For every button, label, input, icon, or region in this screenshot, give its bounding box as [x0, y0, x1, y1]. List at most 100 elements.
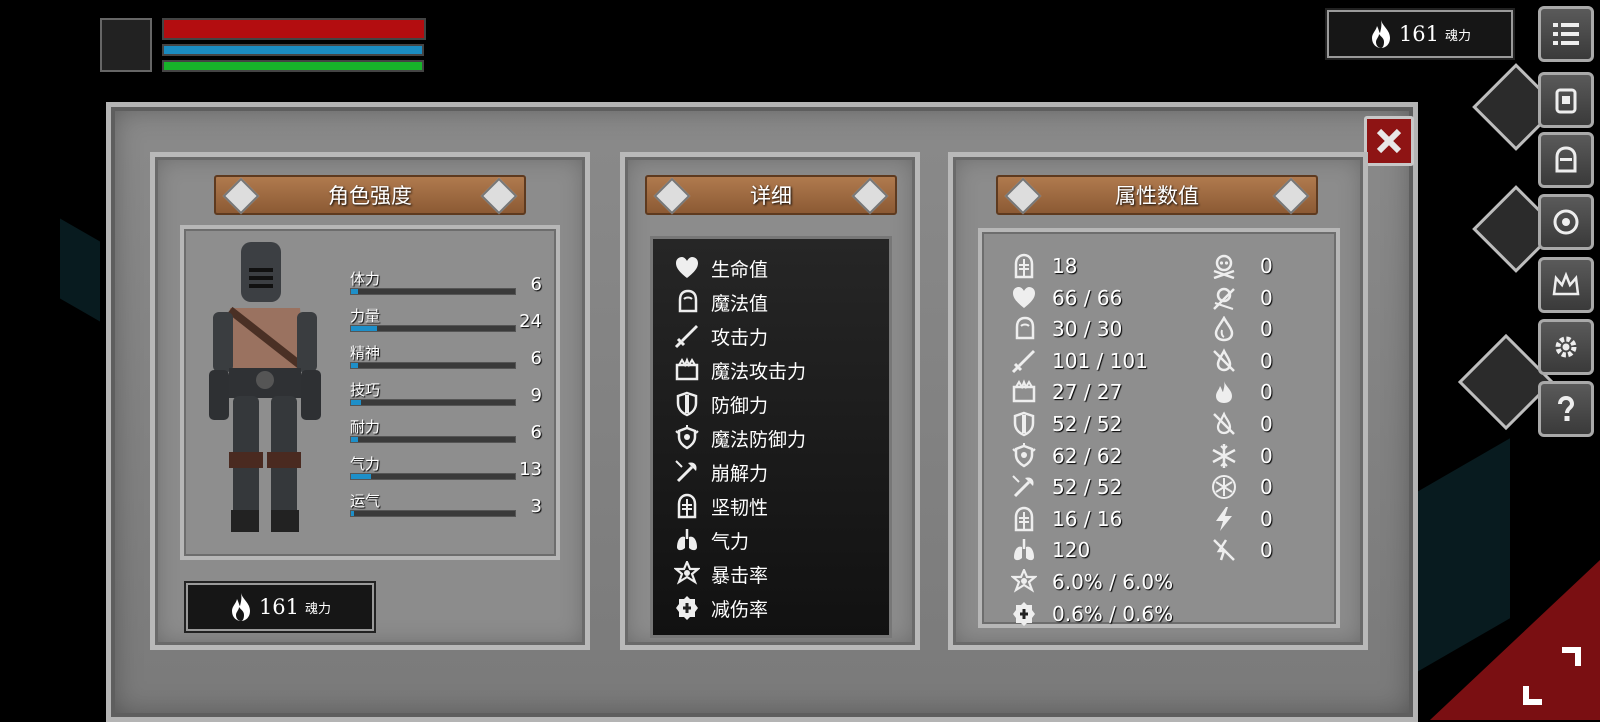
magic-book-icon — [1010, 378, 1038, 406]
flame-icon — [1371, 20, 1390, 48]
detail-label: 坚韧性 — [711, 496, 769, 519]
character-model — [209, 242, 321, 532]
attribute-value: 6.0% / 6.0% — [1052, 570, 1174, 594]
lightning-icon — [1210, 505, 1238, 533]
details-list[interactable]: 生命值魔法值攻击力魔法攻击力防御力魔法防御力崩解力坚韧性气力暴击率减伤率 — [650, 236, 892, 638]
heart-icon — [1010, 284, 1038, 312]
axe-icon — [1010, 473, 1038, 501]
fire-icon — [1210, 378, 1238, 406]
inventory-button[interactable] — [1538, 72, 1594, 128]
detail-item[interactable]: 防御力 — [673, 389, 768, 419]
detail-label: 魔法防御力 — [711, 428, 807, 451]
resistance-value: 0 — [1260, 538, 1273, 563]
character-stat-row: 耐力 6 — [350, 416, 550, 450]
resistance-value: 0 — [1260, 254, 1273, 278]
player-portrait — [100, 18, 152, 72]
detail-item[interactable]: 气力 — [673, 525, 749, 555]
resize-corner-icon[interactable] — [1522, 646, 1582, 706]
detail-item[interactable]: 暴击率 — [673, 559, 768, 589]
stat-bar-fill — [351, 474, 371, 479]
skills-button[interactable] — [1538, 194, 1594, 250]
stat-bar-fill — [351, 437, 358, 442]
resistance-value: 0 — [1260, 285, 1273, 310]
detail-label: 崩解力 — [711, 462, 769, 485]
detail-item[interactable]: 魔法值 — [673, 287, 768, 317]
resistance-row: 0 — [1210, 504, 1273, 534]
stat-value: 13 — [519, 459, 542, 480]
detail-label: 暴击率 — [711, 564, 769, 587]
burn-icon — [1210, 410, 1238, 438]
main-menu-button[interactable] — [1538, 6, 1594, 62]
details-title: 详细 — [645, 175, 897, 215]
character-stat-row: 运气 3 — [350, 490, 550, 524]
backpack-icon — [1555, 88, 1577, 114]
rank-button[interactable] — [1538, 257, 1594, 313]
list-icon — [1553, 23, 1579, 45]
stat-bar-fill — [351, 363, 358, 368]
stat-label: 精神 — [350, 344, 381, 362]
character-stat-row: 力量 24 — [350, 305, 550, 339]
attribute-value: 0.6% / 0.6% — [1052, 601, 1174, 626]
resistance-value: 0 — [1260, 443, 1273, 468]
badge-icon — [673, 594, 701, 622]
stat-bar — [350, 399, 516, 406]
stat-label: 气力 — [350, 455, 381, 473]
attribute-row: 0.6% / 0.6% — [1010, 599, 1173, 629]
attribute-value: 101 / 101 — [1052, 348, 1148, 373]
resistance-row: 0 — [1210, 535, 1273, 565]
detail-item[interactable]: 坚韧性 — [673, 491, 768, 521]
frost-icon — [1210, 442, 1238, 470]
attribute-value: 52 / 52 — [1052, 475, 1123, 500]
mana-bar — [162, 44, 424, 56]
lungs-icon — [1010, 536, 1038, 564]
detail-item[interactable]: 魔法攻击力 — [673, 355, 806, 385]
attributes-title: 属性数值 — [996, 175, 1318, 215]
detail-item[interactable]: 攻击力 — [673, 321, 768, 351]
stat-label: 力量 — [350, 307, 381, 325]
sword-icon — [1010, 347, 1038, 375]
detail-label: 防御力 — [711, 394, 769, 417]
detail-item[interactable]: 魔法防御力 — [673, 423, 806, 453]
attribute-value: 30 / 30 — [1052, 317, 1123, 342]
close-button[interactable] — [1364, 116, 1414, 166]
resistance-value: 0 — [1260, 412, 1273, 436]
help-button[interactable] — [1538, 381, 1594, 437]
shield-icon — [673, 390, 701, 418]
magic-shield-icon — [1010, 442, 1038, 470]
stat-bar — [350, 436, 516, 443]
stat-bar — [350, 362, 516, 369]
gear-icon — [1555, 336, 1577, 358]
helmet-icon — [1010, 252, 1038, 280]
detail-item[interactable]: 生命值 — [673, 253, 768, 283]
stat-value: 24 — [519, 311, 542, 332]
detail-item[interactable]: 崩解力 — [673, 457, 768, 487]
attribute-row: 18 — [1010, 251, 1077, 281]
attribute-row: 30 / 30 — [1010, 314, 1122, 344]
helmet-icon — [1555, 146, 1577, 173]
lungs-icon — [673, 526, 701, 554]
stat-value: 9 — [530, 385, 542, 406]
panel-title: 属性数值 — [1115, 184, 1199, 208]
resistance-row: 0 — [1210, 472, 1273, 502]
close-icon — [1376, 128, 1402, 154]
soul-count: 161 — [1398, 22, 1440, 46]
character-stat-row: 技巧 9 — [350, 379, 550, 413]
stat-label: 耐力 — [350, 418, 381, 436]
stat-label: 体力 — [350, 270, 381, 288]
head-icon — [1010, 315, 1038, 343]
detail-label: 攻击力 — [711, 326, 769, 349]
stat-label: 技巧 — [350, 381, 381, 399]
equipment-button[interactable] — [1538, 132, 1594, 188]
resistance-row: 0 — [1210, 409, 1273, 439]
badge-icon — [1010, 600, 1038, 628]
head-icon — [673, 288, 701, 316]
resistance-row: 0 — [1210, 283, 1273, 313]
stat-bar-fill — [351, 326, 378, 331]
detail-item[interactable]: 减伤率 — [673, 593, 768, 623]
bolt-icon — [851, 177, 889, 215]
settings-button[interactable] — [1538, 319, 1594, 375]
stat-value: 3 — [530, 496, 542, 517]
stat-value: 6 — [530, 422, 542, 443]
attribute-value: 18 — [1052, 254, 1078, 278]
resistance-value: 0 — [1260, 317, 1273, 342]
